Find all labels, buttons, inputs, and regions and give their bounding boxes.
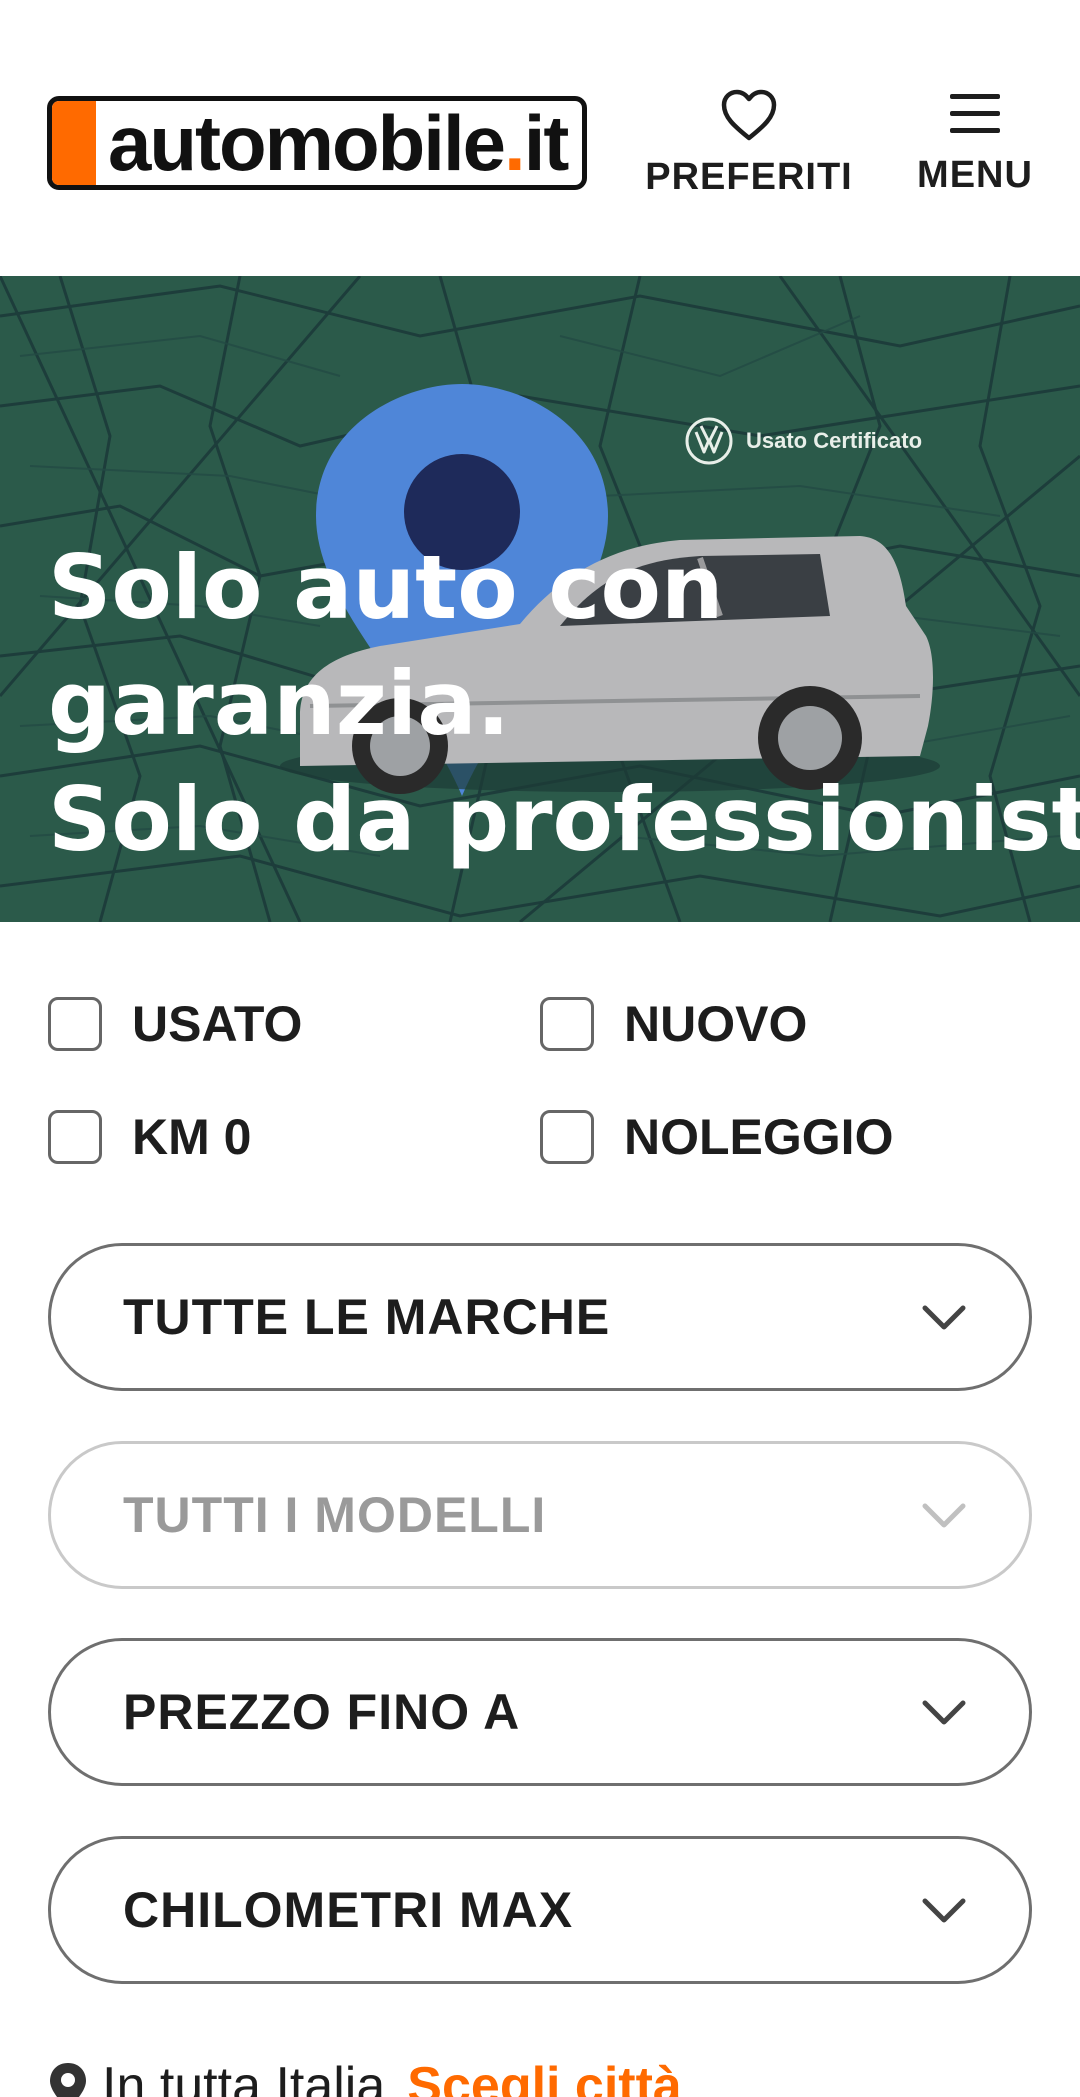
checkbox-box[interactable]	[540, 997, 594, 1051]
select-max-km-value: CHILOMETRI MAX	[123, 1882, 574, 1938]
checkbox-label: NUOVO	[624, 996, 808, 1052]
hamburger-icon	[950, 94, 1000, 133]
checkbox-noleggio[interactable]: NOLEGGIO	[540, 1108, 893, 1166]
site-header: automobile.it PREFERITI MENU	[0, 0, 1080, 276]
hero-title-line: Solo auto con	[48, 536, 724, 639]
checkbox-box[interactable]	[48, 1110, 102, 1164]
vw-logo-icon	[685, 417, 733, 465]
hero-banner[interactable]: Usato Certificato Solo auto con garanzia…	[0, 276, 1080, 922]
site-logo[interactable]: automobile.it	[47, 96, 587, 190]
hero-title-line: Solo da professionisti	[48, 768, 1080, 871]
logo-text: automobile.it	[108, 99, 570, 187]
select-brand[interactable]: TUTTE LE MARCHE	[48, 1243, 1032, 1391]
select-max-km[interactable]: CHILOMETRI MAX	[48, 1836, 1032, 1984]
logo-text-main: automobile	[108, 99, 506, 187]
hero-title: Solo auto con garanzia. Solo da professi…	[48, 530, 1080, 878]
menu-button[interactable]: MENU	[900, 88, 1050, 197]
checkbox-box[interactable]	[48, 997, 102, 1051]
checkbox-km0[interactable]: KM 0	[48, 1108, 251, 1166]
checkbox-usato[interactable]: USATO	[48, 995, 302, 1053]
choose-city-link[interactable]: Scegli città	[407, 2056, 682, 2097]
chevron-down-icon	[922, 1700, 966, 1725]
vw-badge-text: Usato Certificato	[746, 428, 923, 453]
checkbox-label: KM 0	[132, 1109, 252, 1165]
favorites-button[interactable]: PREFERITI	[640, 88, 858, 199]
vw-certified-badge: Usato Certificato	[684, 416, 922, 466]
menu-label: MENU	[917, 154, 1033, 196]
chevron-down-icon	[922, 1503, 966, 1528]
checkbox-label: USATO	[132, 996, 303, 1052]
select-model-value: TUTTI I MODELLI	[123, 1487, 547, 1543]
location-current: In tutta Italia	[102, 2057, 386, 2097]
checkbox-box[interactable]	[540, 1110, 594, 1164]
chevron-down-icon	[922, 1305, 966, 1330]
logo-text-tld: it	[523, 99, 570, 187]
favorites-label: PREFERITI	[645, 156, 853, 198]
checkbox-nuovo[interactable]: NUOVO	[540, 995, 807, 1053]
location-row: In tutta Italia Scegli città	[48, 2056, 682, 2097]
select-max-price[interactable]: PREZZO FINO A	[48, 1638, 1032, 1786]
hero-title-line: garanzia.	[48, 652, 510, 755]
heart-icon	[721, 89, 777, 141]
select-max-price-value: PREZZO FINO A	[123, 1684, 521, 1740]
chevron-down-icon	[922, 1898, 966, 1923]
select-model[interactable]: TUTTI I MODELLI	[48, 1441, 1032, 1589]
logo-orange-bar	[52, 101, 96, 185]
logo-text-dot: .	[504, 99, 526, 187]
checkbox-label: NOLEGGIO	[624, 1109, 894, 1165]
select-brand-value: TUTTE LE MARCHE	[123, 1289, 611, 1345]
map-pin-icon	[50, 2063, 86, 2097]
